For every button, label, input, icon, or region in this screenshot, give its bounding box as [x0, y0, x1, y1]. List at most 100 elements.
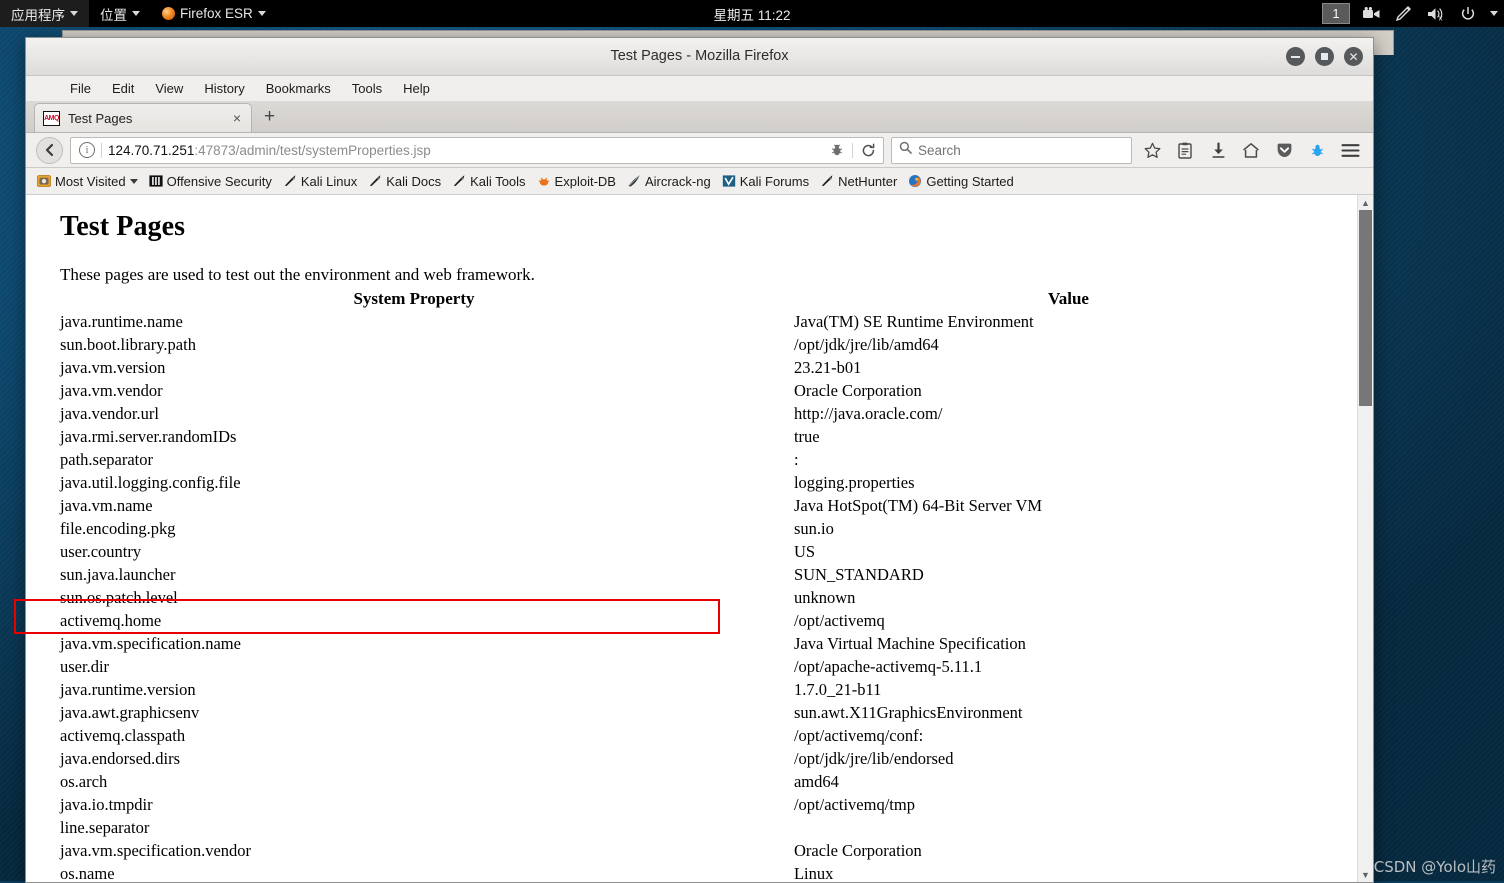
scroll-up-arrow-icon[interactable]: ▲	[1358, 195, 1373, 210]
svg-text:x: x	[1438, 14, 1442, 21]
property-value: unknown	[793, 588, 856, 607]
activemq-favicon: AMQ	[43, 110, 60, 126]
chevron-down-icon	[257, 11, 266, 16]
applications-menu[interactable]: 应用程序	[0, 0, 89, 27]
table-row: java.runtime.name Java(TM) SE Runtime Env…	[34, 310, 1343, 333]
chevron-down-icon	[132, 11, 140, 16]
watermark: CSDN @Yolo山药	[1373, 858, 1496, 876]
menu-edit[interactable]: Edit	[102, 78, 144, 99]
page-content: Test Pages These pages are used to test …	[26, 195, 1357, 882]
bookmark-aircrack-ng[interactable]: Aircrack-ng	[622, 172, 716, 191]
pocket-icon[interactable]	[1271, 137, 1297, 163]
property-value: /opt/activemq	[793, 611, 885, 630]
firefox-icon	[162, 7, 175, 20]
menu-help[interactable]: Help	[393, 78, 440, 99]
table-row: java.vm.vendor Oracle Corporation	[34, 379, 1343, 402]
table-row: sun.boot.library.path/opt/jdk/jre/lib/am…	[34, 333, 1343, 356]
property-value: 23.21-b01	[793, 358, 862, 377]
window-titlebar: Test Pages - Mozilla Firefox ✕	[26, 38, 1373, 76]
bookmark-kali-linux[interactable]: Kali Linux	[278, 172, 362, 191]
url-separator	[852, 142, 853, 158]
property-value: amd64	[793, 772, 839, 791]
bookmark-offensive-security[interactable]: Offensive Security	[144, 172, 277, 191]
property-key: line.separator	[60, 818, 150, 837]
bookmark-star-icon[interactable]	[1139, 137, 1165, 163]
search-bar[interactable]: Search	[891, 136, 1132, 164]
bookmark-most-visited[interactable]: Most Visited	[32, 172, 143, 191]
most-visited-icon	[37, 175, 51, 187]
hackbar-bug-icon[interactable]	[1304, 137, 1330, 163]
property-key: user.dir	[60, 657, 110, 676]
table-row: java.vendor.url http://java.oracle.com/	[34, 402, 1343, 425]
window-controls: ✕	[1286, 38, 1363, 75]
volume-muted-icon[interactable]: x	[1426, 5, 1446, 23]
menu-history[interactable]: History	[194, 78, 254, 99]
bookmark-label: Offensive Security	[166, 173, 272, 189]
screen-recorder-icon[interactable]	[1362, 5, 1382, 23]
table-row: line.separator	[34, 816, 1343, 839]
table-row: java.vm.version 23.21-b01	[34, 356, 1343, 379]
table-row: java.vm.specification.name Java Virtual M…	[34, 632, 1343, 655]
property-key: activemq.classpath	[60, 726, 186, 745]
bookmark-getting-started[interactable]: Getting Started	[903, 172, 1018, 191]
back-button[interactable]	[36, 136, 63, 164]
power-icon[interactable]	[1458, 5, 1478, 23]
property-key: path.separator	[60, 450, 153, 469]
property-key: java.runtime.name	[60, 312, 183, 331]
offensive-security-icon	[148, 175, 163, 187]
minimize-button[interactable]	[1286, 47, 1305, 66]
chevron-down-icon[interactable]	[1490, 11, 1498, 16]
places-menu[interactable]: 位置	[89, 0, 151, 27]
scrollbar-thumb[interactable]	[1359, 210, 1372, 406]
property-key: java.vm.version	[60, 358, 166, 377]
tab-strip: AMQ Test Pages × +	[26, 101, 1373, 133]
url-separator	[101, 142, 102, 158]
reload-icon[interactable]	[857, 140, 879, 161]
menu-bookmarks[interactable]: Bookmarks	[256, 78, 341, 99]
bookmark-kali-tools[interactable]: Kali Tools	[447, 172, 530, 191]
property-key: sun.os.patch.level	[60, 588, 178, 607]
table-row: java.awt.graphicsenv sun.awt.X11GraphicsE…	[34, 701, 1343, 724]
home-icon[interactable]	[1238, 137, 1264, 163]
menu-view[interactable]: View	[145, 78, 193, 99]
close-button[interactable]: ✕	[1344, 47, 1363, 66]
navigation-toolbar: i 124.70.71.251:47873/admin/test/systemP…	[26, 133, 1373, 168]
library-icon[interactable]	[1172, 137, 1198, 163]
table-row: java.io.tmpdir/opt/activemq/tmp	[34, 793, 1343, 816]
menu-file[interactable]: File	[60, 78, 101, 99]
tab-label: Test Pages	[68, 110, 133, 126]
property-value: Oracle Corporation	[793, 841, 922, 860]
firefox-launcher[interactable]: Firefox ESR	[151, 0, 277, 27]
kali-dragon-icon	[453, 175, 465, 186]
kali-forums-icon	[722, 175, 735, 187]
scroll-down-arrow-icon[interactable]: ▼	[1358, 867, 1373, 882]
bookmark-nethunter[interactable]: NetHunter	[815, 172, 902, 191]
hamburger-menu-icon[interactable]	[1337, 137, 1363, 163]
downloads-icon[interactable]	[1205, 137, 1231, 163]
property-key: user.country	[60, 542, 142, 561]
bookmark-exploit-db[interactable]: Exploit-DB	[532, 172, 621, 191]
bug-reader-icon[interactable]	[826, 140, 848, 161]
property-key: java.vm.vendor	[60, 381, 163, 400]
maximize-button[interactable]	[1315, 47, 1334, 66]
table-row: activemq.classpath/opt/activemq/conf:	[34, 724, 1343, 747]
table-row: java.util.logging.config.file logging.pro…	[34, 471, 1343, 494]
property-key: sun.boot.library.path	[60, 335, 196, 354]
exploit-db-icon	[538, 177, 549, 186]
page-viewport: Test Pages These pages are used to test …	[26, 195, 1373, 882]
bookmark-kali-docs[interactable]: Kali Docs	[363, 172, 446, 191]
workspace-indicator[interactable]: 1	[1322, 3, 1350, 24]
tab-close-icon[interactable]: ×	[231, 110, 243, 126]
table-row: activemq.home/opt/activemq	[34, 609, 1343, 632]
top-panel: 应用程序 位置 Firefox ESR 星期五 11:22 1 x	[0, 0, 1504, 27]
bookmark-kali-forums[interactable]: Kali Forums	[717, 172, 814, 191]
vertical-scrollbar[interactable]: ▲ ▼	[1357, 195, 1373, 882]
url-bar[interactable]: i 124.70.71.251:47873/admin/test/systemP…	[70, 136, 884, 164]
menu-tools[interactable]: Tools	[342, 78, 392, 99]
new-tab-button[interactable]: +	[252, 104, 287, 132]
tab-test-pages[interactable]: AMQ Test Pages ×	[34, 103, 252, 132]
pen-tool-icon[interactable]	[1394, 5, 1414, 23]
property-key: sun.java.launcher	[60, 565, 176, 584]
url-bar-actions	[826, 140, 879, 161]
site-identity-icon[interactable]: i	[79, 142, 95, 158]
